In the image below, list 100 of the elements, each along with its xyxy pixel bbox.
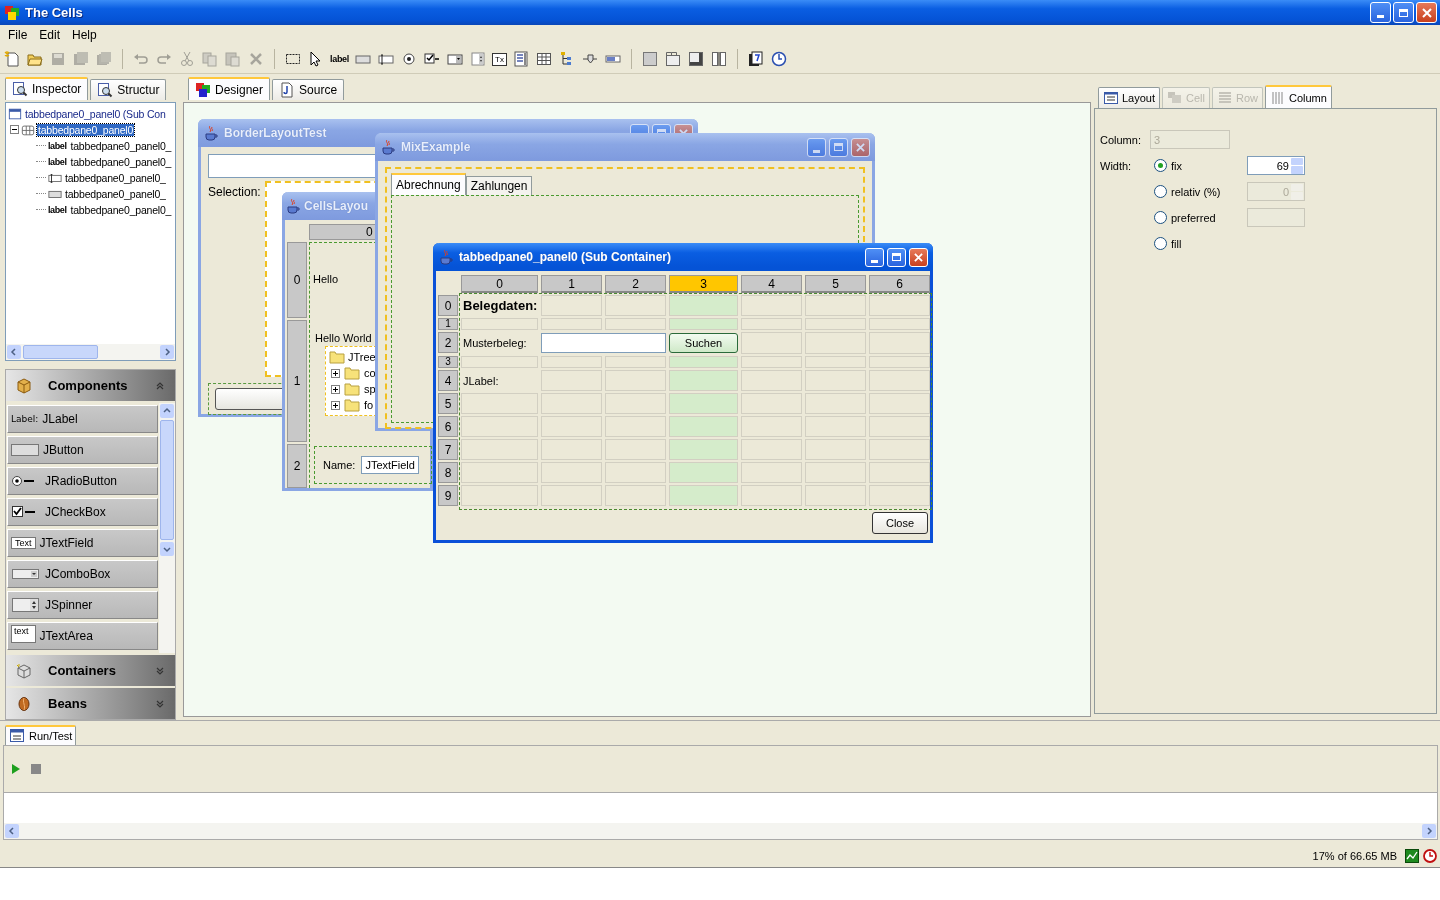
editor-tab[interactable]: Designer: [188, 77, 271, 100]
row-header[interactable]: 7: [438, 439, 458, 460]
play-icon[interactable]: [10, 763, 22, 775]
grid-cell[interactable]: [869, 332, 930, 354]
grid-cell[interactable]: [461, 416, 538, 437]
panel-tab[interactable]: Structur: [90, 78, 167, 100]
minimize-button[interactable]: [807, 137, 826, 157]
grid-cell[interactable]: [869, 393, 930, 414]
grid-cell[interactable]: [741, 439, 802, 460]
tree-item[interactable]: tabbedpane0_panel0_: [69, 203, 173, 216]
grid-cell[interactable]: [461, 439, 538, 460]
grid-cell[interactable]: [805, 295, 866, 316]
row-header[interactable]: 4: [438, 370, 458, 391]
radio-icon[interactable]: [400, 51, 418, 67]
tree-view[interactable]: JTree co sp fo: [325, 346, 377, 416]
grid-cell[interactable]: [741, 356, 802, 368]
column-header[interactable]: 3: [669, 275, 738, 293]
tree-item[interactable]: co: [364, 367, 376, 379]
grid-cell[interactable]: [805, 462, 866, 483]
grid-cell[interactable]: [741, 332, 802, 354]
scroll-pane-icon[interactable]: [686, 51, 705, 67]
row-header[interactable]: 0: [438, 295, 458, 316]
text-area-tool-button[interactable]: Tx: [492, 52, 507, 66]
grid-cell[interactable]: [669, 462, 738, 483]
horizontal-scrollbar[interactable]: [3, 823, 1438, 840]
radio-button[interactable]: [1154, 237, 1167, 250]
run-test-tab[interactable]: Run/Test: [5, 725, 77, 745]
tab[interactable]: Abrechnung: [391, 173, 466, 195]
grid-cell[interactable]: [541, 295, 602, 316]
column-header[interactable]: 5: [805, 275, 866, 293]
palette-item[interactable]: JRadioButton: [7, 467, 158, 495]
grid-button[interactable]: Suchen: [669, 333, 738, 353]
menu-item[interactable]: Edit: [33, 28, 67, 42]
grid-cell[interactable]: [869, 416, 930, 437]
grid-cell[interactable]: [869, 318, 930, 330]
grid-cell[interactable]: [461, 485, 538, 506]
text-input[interactable]: [541, 333, 666, 353]
expand-toggle[interactable]: [331, 400, 340, 410]
grid-cell[interactable]: [669, 295, 738, 316]
grid-cell[interactable]: [805, 356, 866, 368]
palette-item[interactable]: JComboBox: [7, 560, 158, 588]
column-header[interactable]: 6: [869, 275, 930, 293]
scroll-left-icon[interactable]: [5, 824, 19, 838]
close-dialog-button[interactable]: Close: [872, 512, 928, 534]
tab[interactable]: Zahlungen: [465, 176, 533, 195]
grid-cell[interactable]: [669, 416, 738, 437]
column-header[interactable]: 1: [541, 275, 602, 293]
maximize-button[interactable]: [829, 137, 848, 157]
palette-section-header[interactable]: Components: [6, 370, 175, 401]
grid-cell[interactable]: [869, 439, 930, 460]
scroll-right-icon[interactable]: [160, 345, 174, 359]
grid-cell[interactable]: [541, 439, 602, 460]
scroll-right-icon[interactable]: [1422, 824, 1436, 838]
grid-cell[interactable]: [461, 393, 538, 414]
grid-cell[interactable]: [461, 356, 538, 368]
row-header[interactable]: 1: [287, 320, 307, 442]
grid-cell[interactable]: [605, 393, 666, 414]
menu-item[interactable]: File: [2, 28, 34, 42]
checkbox-icon[interactable]: [423, 51, 441, 67]
grid-cell[interactable]: [869, 485, 930, 506]
palette-item[interactable]: JSpinner: [7, 591, 158, 619]
grid-cell[interactable]: [741, 370, 802, 391]
grid-cell[interactable]: [541, 370, 602, 391]
tree-item[interactable]: JTree: [348, 351, 376, 363]
row-header[interactable]: 3: [438, 356, 458, 368]
restore-button[interactable]: [1393, 2, 1414, 23]
grid-cell[interactable]: [605, 439, 666, 460]
tabbed-pane-icon[interactable]: [663, 51, 682, 67]
grid-cell[interactable]: [869, 295, 930, 316]
text-input[interactable]: JTextField: [361, 456, 419, 474]
grid-cell[interactable]: [605, 356, 666, 368]
grid-cell[interactable]: [805, 332, 866, 354]
grid-cell[interactable]: [741, 485, 802, 506]
grid-cell[interactable]: [741, 393, 802, 414]
grid-cell[interactable]: [741, 416, 802, 437]
close-button[interactable]: [851, 137, 870, 157]
row-header[interactable]: 1: [438, 318, 458, 330]
grid-cell[interactable]: [805, 393, 866, 414]
grid-cell[interactable]: [605, 416, 666, 437]
row-header[interactable]: 9: [438, 485, 458, 506]
page-icon[interactable]: [746, 51, 765, 67]
row-header[interactable]: 5: [438, 393, 458, 414]
grid-cell[interactable]: [605, 318, 666, 330]
row-header[interactable]: 0: [287, 242, 307, 318]
tree-item[interactable]: tabbedpane0_panel0: [37, 123, 135, 136]
palette-item[interactable]: JButton: [7, 436, 158, 464]
grid-cell[interactable]: [605, 462, 666, 483]
grid-cell[interactable]: [669, 318, 738, 330]
expand-toggle[interactable]: [331, 384, 340, 394]
combo-box-icon[interactable]: [446, 51, 464, 67]
minimize-button[interactable]: [1370, 2, 1391, 23]
selection-rectangle-icon[interactable]: [284, 51, 302, 67]
grid-cell[interactable]: [669, 370, 738, 391]
tree-item[interactable]: tabbedpane0_panel0_: [64, 187, 167, 200]
open-folder-icon[interactable]: [26, 51, 44, 67]
radio-button[interactable]: [1154, 211, 1167, 224]
tree-item[interactable]: tabbedpane0_panel0_: [69, 139, 173, 152]
grid-cell[interactable]: [669, 356, 738, 368]
column-header[interactable]: 2: [605, 275, 666, 293]
column-header[interactable]: 4: [741, 275, 802, 293]
